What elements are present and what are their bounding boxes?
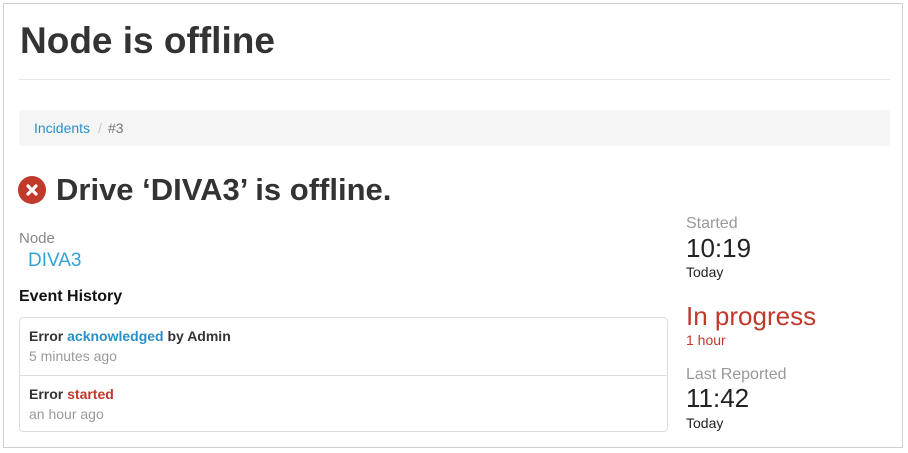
node-label: Node: [19, 230, 55, 247]
incident-panel: Node is offline Incidents / #3 Drive ‘DI…: [3, 3, 903, 448]
event-type: Error: [29, 386, 64, 402]
event-history-list: Error acknowledged by Admin 5 minutes ag…: [19, 317, 668, 432]
started-time: 10:19: [686, 233, 752, 263]
event-time: an hour ago: [29, 406, 104, 422]
status-text: In progress: [686, 301, 817, 331]
started-label: Started: [686, 215, 738, 232]
last-reported-day: Today: [686, 415, 724, 431]
event-description: Error acknowledged by Admin: [29, 327, 658, 345]
breadcrumb-current: #3: [107, 120, 124, 136]
breadcrumb: Incidents / #3: [19, 110, 890, 146]
error-x-circle-icon: [18, 176, 46, 204]
event-description: Error started: [29, 385, 658, 403]
node-link[interactable]: DIVA3: [28, 250, 82, 272]
incident-heading: Drive ‘DIVA3’ is offline.: [18, 170, 391, 210]
list-item: Error acknowledged by Admin 5 minutes ag…: [20, 318, 667, 375]
last-reported-label: Last Reported: [686, 366, 787, 383]
title-divider: [19, 79, 890, 80]
event-history-heading: Event History: [19, 288, 123, 305]
event-action: acknowledged: [67, 328, 164, 344]
page-title: Node is offline: [20, 20, 275, 61]
incident-title: Drive ‘DIVA3’ is offline.: [56, 172, 392, 207]
last-reported-time: 11:42: [686, 383, 750, 413]
started-day: Today: [686, 264, 724, 280]
event-actor: by Admin: [167, 328, 231, 344]
list-item: Error started an hour ago: [20, 375, 667, 431]
event-action: started: [67, 386, 114, 402]
status-duration: 1 hour: [686, 332, 726, 348]
event-time: 5 minutes ago: [29, 348, 117, 364]
breadcrumb-separator: /: [98, 120, 102, 136]
event-type: Error: [29, 328, 64, 344]
breadcrumb-incidents-link[interactable]: Incidents: [34, 120, 90, 136]
